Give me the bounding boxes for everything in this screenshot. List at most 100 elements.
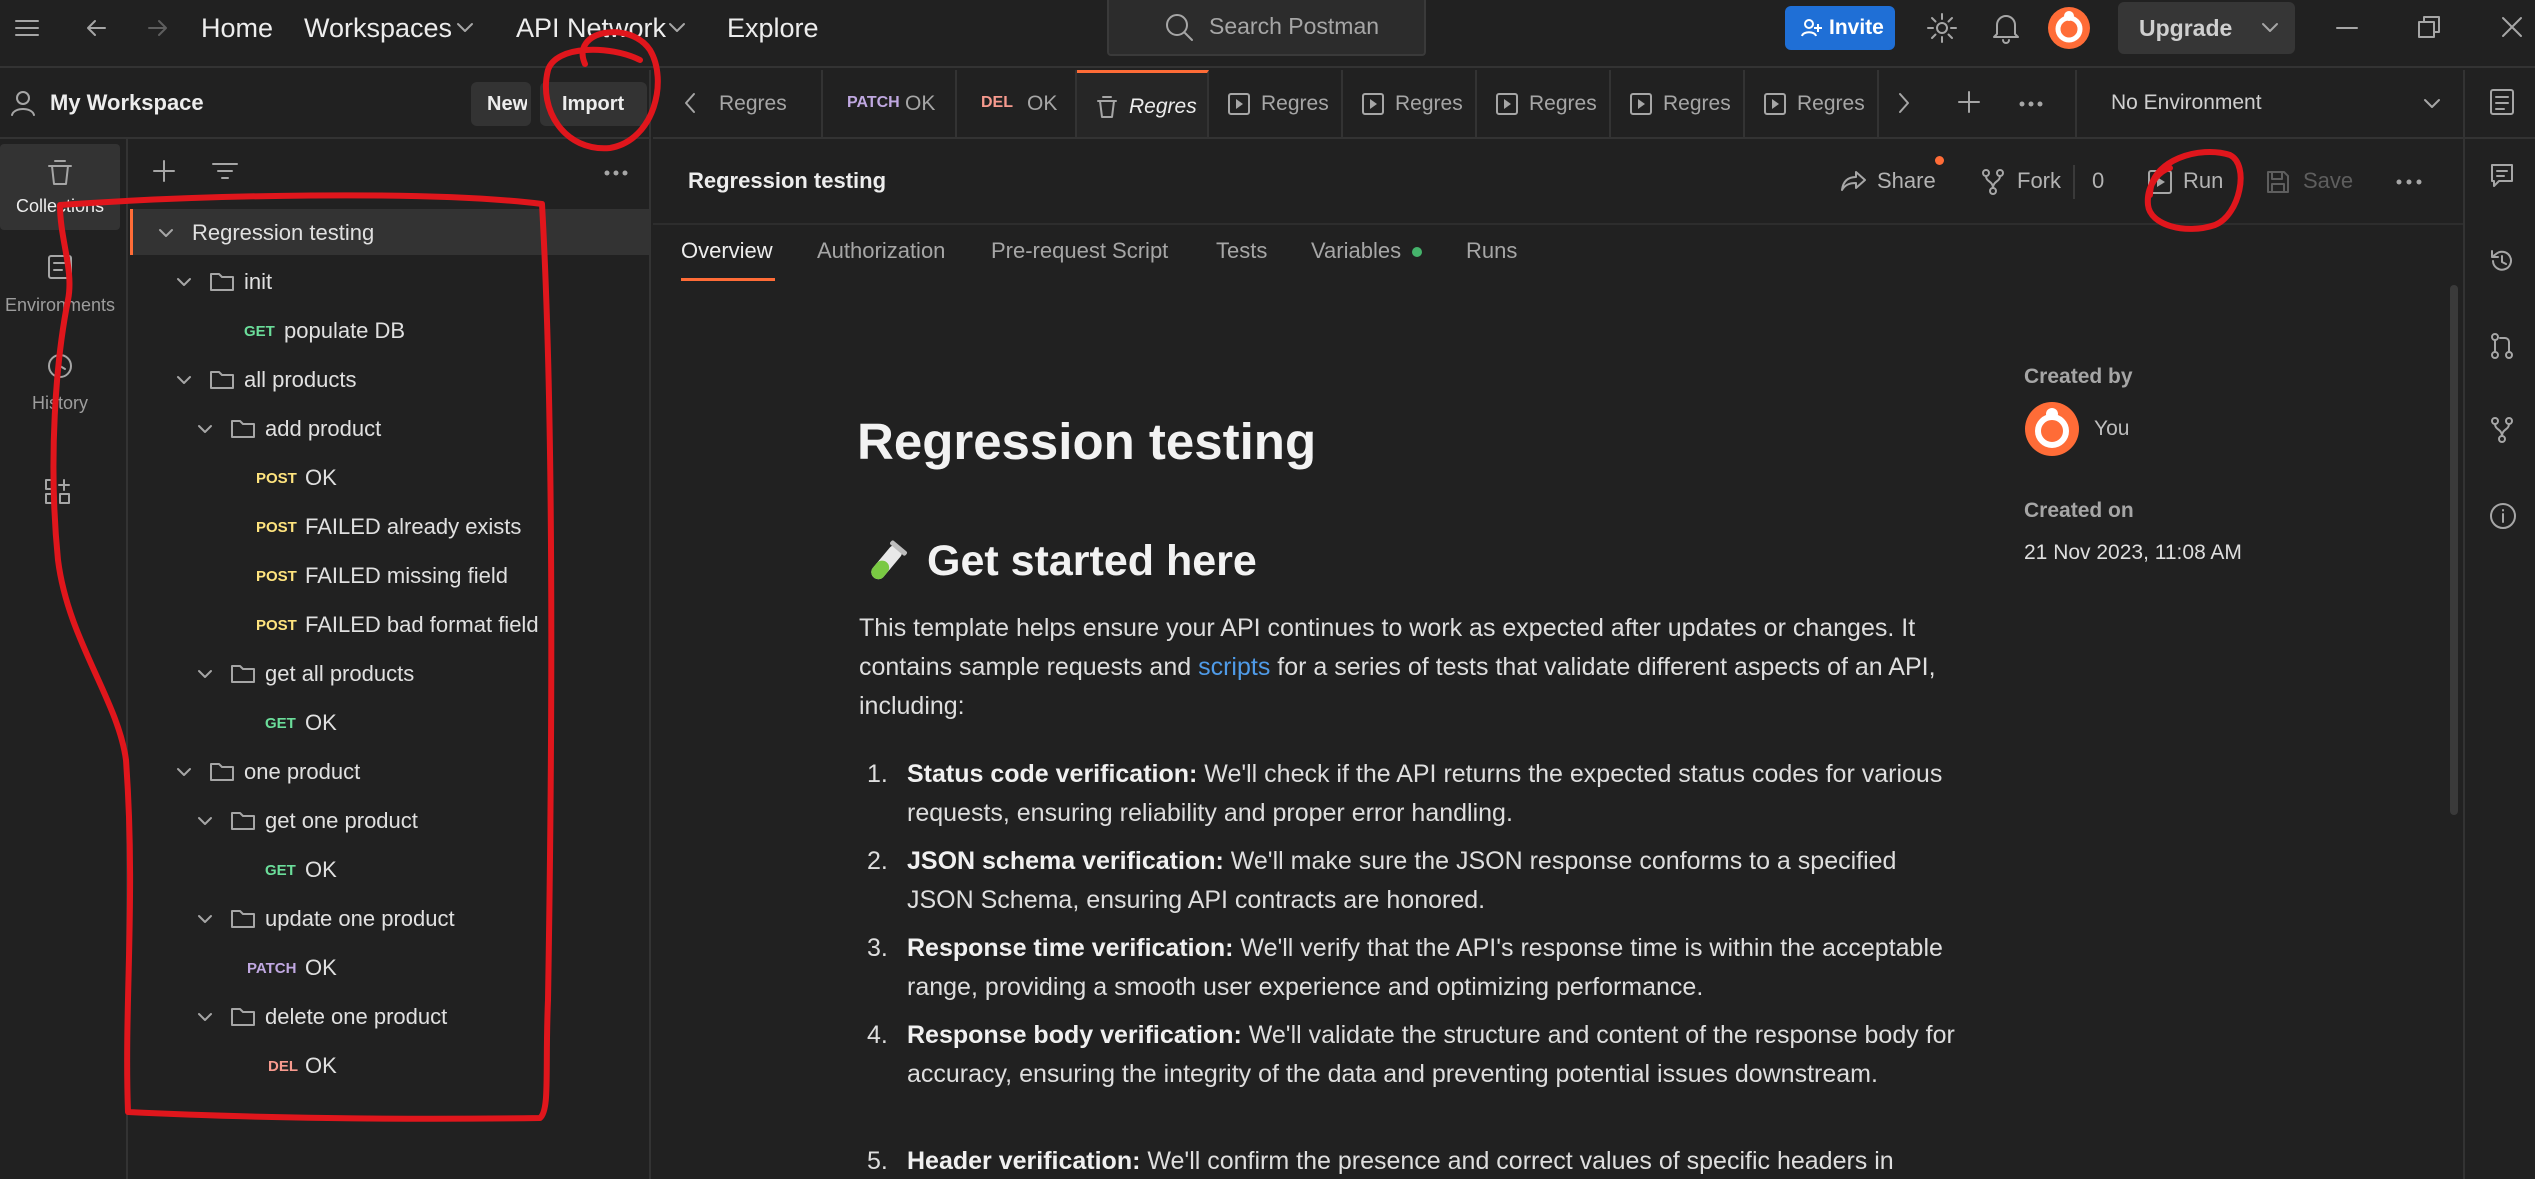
list-item: 1. Status code verification: We'll check … [867, 755, 1967, 833]
more-options-icon[interactable] [604, 169, 628, 177]
tree-request[interactable]: POST FAILED already exists [130, 503, 651, 549]
tree-folder[interactable]: update one product [130, 895, 651, 941]
tree-folder[interactable]: init [130, 258, 651, 304]
tree-request[interactable]: POST FAILED bad format field [130, 601, 651, 647]
request-tab[interactable]: Regres [1209, 70, 1343, 137]
tree-folder[interactable]: all products [130, 356, 651, 402]
scrollbar[interactable] [2450, 285, 2458, 815]
fork-count[interactable]: 0 [2092, 168, 2104, 194]
notification-bell-icon[interactable] [1991, 12, 2021, 44]
upgrade-button[interactable]: Upgrade [2118, 2, 2295, 54]
chevron-down-icon[interactable] [197, 1012, 213, 1022]
fork-button[interactable]: Fork [1981, 159, 2091, 205]
intro-paragraph: This template helps ensure your API cont… [859, 609, 1959, 726]
tab-scroll-left-icon[interactable] [683, 92, 697, 114]
tree-request[interactable]: GET OK [130, 699, 651, 745]
tree-folder[interactable]: delete one product [130, 993, 651, 1039]
save-label: Save [2303, 168, 2354, 193]
runner-icon [1361, 92, 1385, 116]
folder-icon [209, 368, 235, 390]
chevron-down-icon[interactable] [197, 914, 213, 924]
request-tab[interactable]: Regres [1611, 70, 1745, 137]
chevron-down-icon[interactable] [668, 22, 686, 34]
sidebar-item-history[interactable]: History [0, 337, 120, 423]
save-button[interactable]: Save [2265, 159, 2361, 205]
new-tab-icon[interactable] [1957, 90, 1981, 114]
scripts-link[interactable]: scripts [1198, 653, 1270, 681]
chevron-down-icon[interactable] [456, 22, 474, 34]
back-arrow-icon[interactable] [84, 16, 108, 40]
add-apps-icon[interactable] [43, 477, 73, 507]
tree-request[interactable]: POST FAILED missing field [130, 552, 651, 598]
run-button[interactable]: Run [2147, 159, 2227, 205]
list-item-title: JSON schema verification: [907, 847, 1224, 875]
chevron-down-icon[interactable] [197, 669, 213, 679]
more-actions-icon[interactable] [2396, 178, 2422, 186]
tab-scroll-right-icon[interactable] [1897, 92, 1911, 114]
tree-item-label: OK [305, 857, 337, 882]
pull-requests-icon[interactable] [2489, 332, 2515, 360]
search-input[interactable]: Search Postman [1107, 0, 1426, 56]
nav-explore[interactable]: Explore [727, 13, 819, 44]
tab-runs[interactable]: Runs [1466, 238, 1517, 264]
tree-request[interactable]: PATCH OK [130, 944, 651, 990]
tree-folder[interactable]: one product [130, 748, 651, 794]
restore-icon[interactable] [2418, 16, 2440, 38]
nav-home[interactable]: Home [201, 13, 273, 44]
nav-api-network[interactable]: API Network [516, 13, 666, 44]
tab-variables[interactable]: Variables [1311, 238, 1401, 264]
import-button[interactable]: Import [540, 82, 647, 126]
settings-icon[interactable] [1926, 12, 1958, 44]
tree-request[interactable]: GET populate DB [130, 307, 651, 353]
forward-arrow-icon[interactable] [146, 16, 170, 40]
tree-folder[interactable]: get all products [130, 650, 651, 696]
info-icon[interactable] [2489, 502, 2517, 530]
request-tab[interactable]: Regres [1477, 70, 1611, 137]
request-tab[interactable]: Regres [1077, 70, 1209, 137]
tree-request[interactable]: DEL OK [130, 1042, 651, 1088]
chevron-down-icon[interactable] [176, 277, 192, 287]
runner-icon [1763, 92, 1787, 116]
tab-pre-request-script[interactable]: Pre-request Script [991, 238, 1168, 264]
http-method-badge: DEL [981, 94, 1013, 111]
chevron-down-icon[interactable] [2261, 22, 2279, 34]
nav-workspaces[interactable]: Workspaces [304, 13, 452, 44]
environment-quicklook-icon[interactable] [2489, 88, 2515, 116]
close-icon[interactable] [2501, 16, 2523, 38]
tree-request[interactable]: POST OK [130, 454, 651, 500]
environment-selector[interactable]: No Environment [2075, 70, 2462, 137]
chevron-down-icon[interactable] [176, 767, 192, 777]
new-button[interactable]: New [471, 82, 531, 126]
request-tab[interactable]: Regres [1343, 70, 1477, 137]
minimize-icon[interactable] [2336, 26, 2358, 30]
chevron-down-icon[interactable] [197, 424, 213, 434]
menu-icon[interactable] [14, 18, 40, 38]
tree-folder[interactable]: get one product [130, 797, 651, 843]
request-tab[interactable]: PATCH OK [823, 70, 957, 137]
fork-icon[interactable] [2489, 416, 2515, 444]
request-tab[interactable]: Regres [719, 70, 823, 137]
chevron-down-icon[interactable] [197, 816, 213, 826]
share-button[interactable]: Share [1841, 156, 1944, 205]
created-by-value[interactable]: You [2094, 417, 2129, 441]
tab-options-icon[interactable] [2019, 100, 2043, 108]
tree-collection[interactable]: Regression testing [130, 209, 651, 255]
tab-tests[interactable]: Tests [1216, 238, 1267, 264]
changelog-icon[interactable] [2489, 248, 2515, 274]
tree-request[interactable]: GET OK [130, 846, 651, 892]
invite-button[interactable]: Invite [1785, 6, 1895, 50]
documentation-icon[interactable] [2489, 162, 2515, 188]
tab-authorization[interactable]: Authorization [817, 238, 945, 264]
filter-icon[interactable] [212, 161, 238, 181]
tab-overview[interactable]: Overview [681, 238, 773, 264]
chevron-down-icon[interactable] [158, 228, 174, 238]
request-tab[interactable]: DEL OK [957, 70, 1077, 137]
avatar[interactable] [2047, 6, 2091, 50]
tree-folder[interactable]: add product [130, 405, 651, 451]
request-tab[interactable]: Regres [1745, 70, 1879, 137]
chevron-down-icon[interactable] [176, 375, 192, 385]
sidebar-item-collections[interactable]: Collections [0, 144, 120, 230]
add-collection-icon[interactable] [152, 159, 176, 183]
workspace-name[interactable]: My Workspace [50, 90, 204, 116]
sidebar-item-environments[interactable]: Environments [0, 239, 120, 325]
